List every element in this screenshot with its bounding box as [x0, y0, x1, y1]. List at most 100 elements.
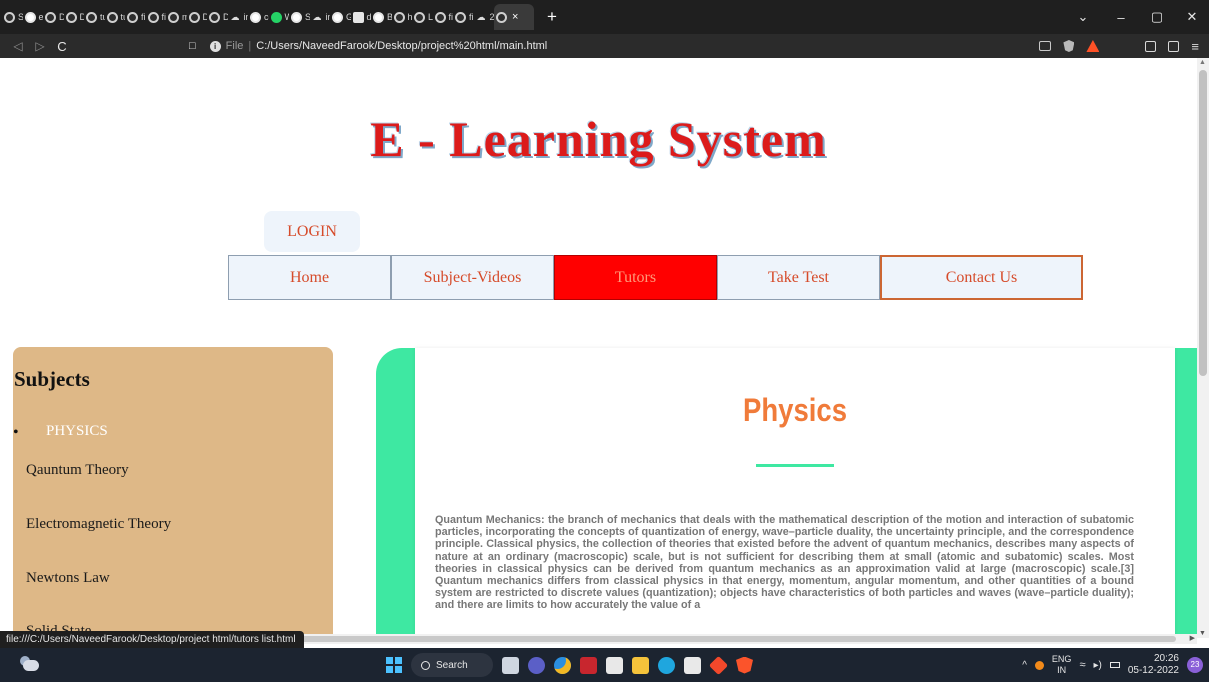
weather-icon[interactable] — [20, 656, 40, 673]
new-tab-button[interactable]: + — [542, 7, 562, 27]
content-card: Physics Quantum Mechanics: the branch of… — [415, 348, 1175, 638]
browser-tab[interactable]: doc — [351, 4, 371, 30]
tray-app-icon[interactable] — [1034, 660, 1044, 670]
vertical-scrollbar[interactable]: ▲ ▼ — [1197, 58, 1209, 638]
nav-home[interactable]: Home — [228, 255, 391, 300]
edge-icon[interactable] — [658, 656, 675, 674]
wallet-icon[interactable] — [1168, 40, 1180, 52]
tray-overflow-icon[interactable]: ^ — [1022, 660, 1027, 671]
globe-icon — [65, 11, 77, 23]
file-explorer-icon[interactable] — [632, 656, 649, 674]
browser-tab-active[interactable]: × — [494, 4, 534, 30]
close-tab-icon[interactable]: × — [512, 11, 518, 23]
globe-icon — [188, 11, 200, 23]
nav-take-test[interactable]: Take Test — [717, 255, 880, 300]
cloud-icon: ☁ — [476, 11, 486, 22]
browser-tab[interactable]: Doc — [187, 4, 207, 30]
sidebar-category-physics[interactable]: PHYSICS — [46, 423, 108, 440]
notification-badge[interactable]: 23 — [1187, 657, 1203, 673]
globe-icon — [45, 11, 56, 23]
browser-tab[interactable]: file: — [146, 4, 166, 30]
horizontal-scroll-thumb[interactable] — [296, 636, 1176, 642]
vertical-scroll-thumb[interactable] — [1199, 70, 1207, 376]
browser-tab[interactable]: file: — [125, 4, 146, 30]
browser-tab[interactable]: Stu — [2, 4, 23, 30]
google-icon — [332, 11, 343, 23]
region-label: IN — [1057, 665, 1067, 675]
browser-tab[interactable]: htm — [392, 4, 412, 30]
sidebar-link-newtons-law[interactable]: Newtons Law — [26, 570, 110, 587]
minimize-button[interactable]: – — [1101, 0, 1141, 34]
site-info-icon[interactable]: i — [209, 40, 221, 52]
share-icon[interactable] — [1039, 41, 1052, 51]
nav-subject-videos[interactable]: Subject-Videos — [391, 255, 554, 300]
browser-tab[interactable]: Wh — [269, 4, 289, 30]
tab-search-dropdown-icon[interactable]: ⌄ — [1063, 0, 1103, 34]
back-button[interactable]: ◁ — [9, 39, 27, 53]
brave-browser-icon[interactable] — [736, 656, 753, 674]
sidebar-toggle-icon[interactable] — [1145, 40, 1157, 52]
brave-rewards-icon[interactable] — [1086, 40, 1100, 52]
reload-button[interactable]: C — [53, 39, 71, 54]
start-windows-icon[interactable] — [386, 657, 402, 673]
doc-icon — [352, 11, 364, 23]
nav-contact-us[interactable]: Contact Us — [880, 255, 1083, 300]
browser-tab[interactable]: file — [433, 4, 453, 30]
browser-tab[interactable]: Go — [330, 4, 351, 30]
browser-tab[interactable]: e le — [23, 4, 43, 30]
chrome-icon[interactable] — [554, 656, 571, 674]
scroll-right-icon[interactable]: ▶ — [1190, 634, 1195, 642]
browser-tab[interactable]: Log — [412, 4, 433, 30]
browser-tab[interactable]: ☁240 — [474, 4, 495, 30]
globe-icon — [434, 11, 446, 23]
menu-icon[interactable]: ≡ — [1191, 39, 1199, 54]
browser-tab[interactable]: ☁inte — [228, 4, 249, 30]
scroll-up-icon[interactable]: ▲ — [1199, 59, 1206, 66]
volume-icon[interactable]: ▸) — [1093, 660, 1101, 671]
document-app-icon[interactable] — [606, 656, 623, 674]
browser-tab[interactable]: Ber — [371, 4, 392, 30]
teams-chat-icon[interactable] — [528, 656, 545, 674]
browser-tab[interactable]: mai — [166, 4, 187, 30]
nav-tutors[interactable]: Tutors — [554, 255, 717, 300]
heading-divider — [756, 464, 834, 467]
browser-tab[interactable]: Doc — [207, 4, 228, 30]
taskbar-search[interactable]: Search — [411, 653, 493, 677]
browser-tab[interactable]: ☁inte — [310, 4, 331, 30]
browser-tab[interactable]: Doc — [43, 4, 64, 30]
scroll-down-icon[interactable]: ▼ — [1199, 630, 1206, 637]
clock[interactable]: 20:26 05-12-2022 — [1128, 653, 1179, 677]
login-button[interactable]: LOGIN — [264, 211, 360, 252]
close-window-button[interactable]: ✕ — [1172, 0, 1209, 34]
task-view-icon[interactable] — [502, 656, 519, 674]
globe-icon — [496, 11, 507, 23]
battery-icon[interactable] — [1109, 662, 1120, 668]
brave-shield-icon[interactable] — [1063, 40, 1075, 52]
browser-tab[interactable]: tuto — [84, 4, 105, 30]
bookmark-icon[interactable]: □ — [189, 40, 196, 52]
taskbar-apps: Search — [386, 648, 753, 682]
notepad-icon[interactable] — [684, 656, 701, 674]
browser-tab[interactable]: Sig — [289, 4, 310, 30]
toolbar-actions: ≡ — [1039, 34, 1209, 58]
system-tray: ^ ENG IN ≈ ▸) 20:26 05-12-2022 23 — [1022, 648, 1209, 682]
content-heading: Physics — [742, 392, 848, 428]
forward-button[interactable]: ▷ — [31, 39, 49, 53]
browser-tab[interactable]: file — [453, 4, 474, 30]
tab-list: Stue leDocDoctutotutofile:file:maiDocDoc… — [0, 0, 494, 34]
browser-tab[interactable]: Doc — [64, 4, 84, 30]
sidebar-link-quantum-theory[interactable]: Qauntum Theory — [26, 462, 129, 479]
mcafee-icon[interactable] — [580, 656, 597, 674]
language-indicator[interactable]: ENG IN — [1052, 654, 1072, 676]
url-input[interactable]: C:/Users/NaveedFarook/Desktop/project%20… — [256, 40, 547, 52]
main-nav: Home Subject-Videos Tutors Take Test Con… — [228, 255, 1083, 300]
git-app-icon[interactable] — [708, 655, 729, 675]
wifi-icon[interactable]: ≈ — [1079, 659, 1085, 671]
sidebar-link-electromagnetic-theory[interactable]: Electromagnetic Theory — [26, 516, 171, 533]
globe-icon — [455, 11, 466, 23]
clock-time: 20:26 — [1153, 653, 1179, 664]
browser-tab[interactable]: cop — [248, 4, 269, 30]
maximize-button[interactable]: ▢ — [1137, 0, 1177, 34]
url-scheme: File — [225, 40, 244, 52]
browser-tab[interactable]: tuto — [105, 4, 125, 30]
